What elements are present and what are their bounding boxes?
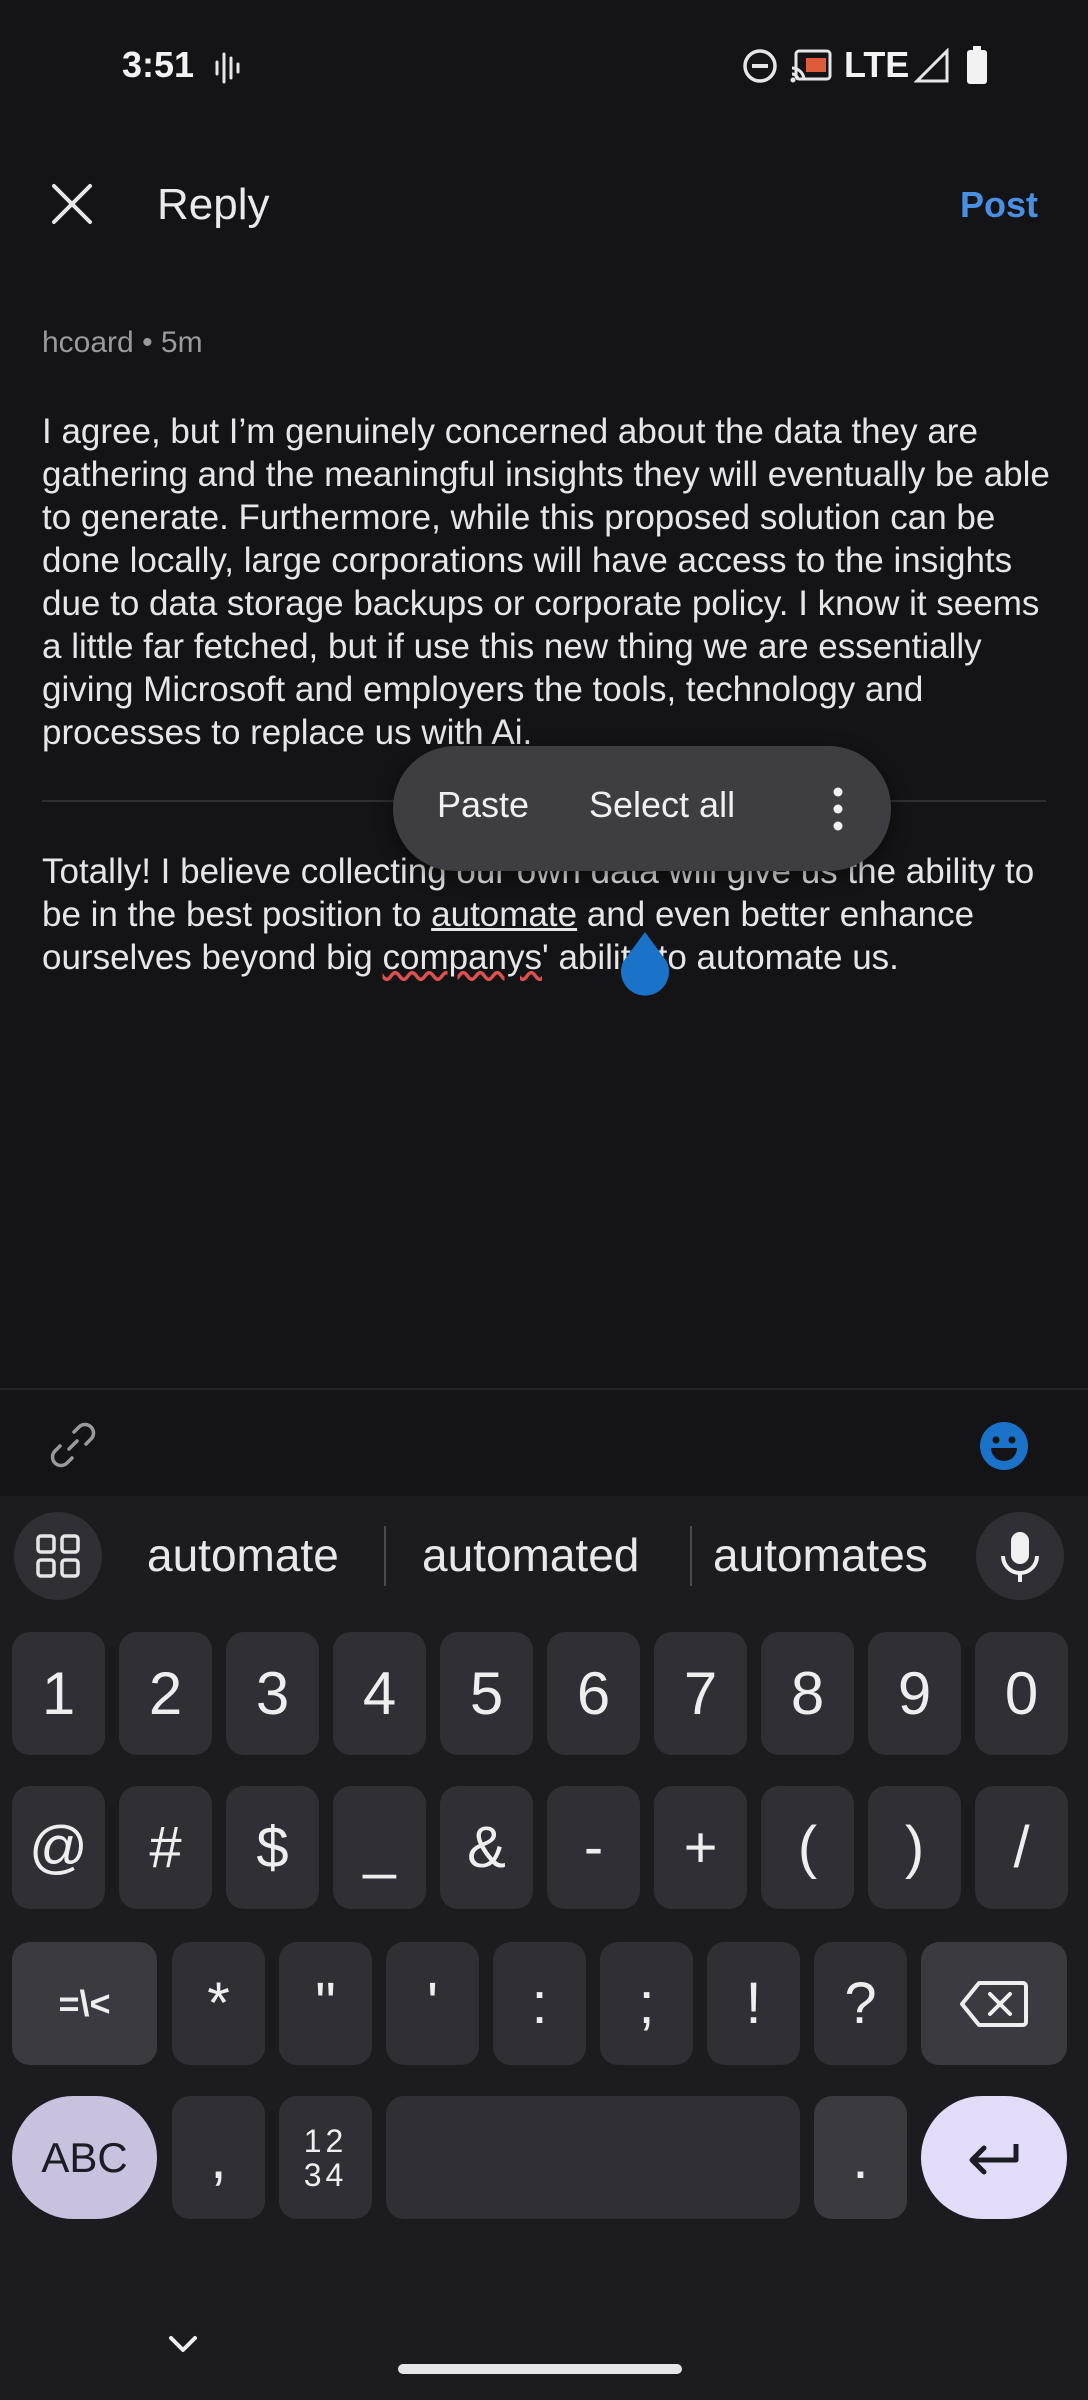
enter-icon: [969, 2143, 1019, 2174]
abc-key[interactable]: ABC: [12, 2096, 157, 2219]
audio-wave-icon: [214, 50, 244, 91]
key[interactable]: (: [761, 1786, 854, 1909]
key[interactable]: /: [975, 1786, 1068, 1909]
emoji-icon[interactable]: [978, 1420, 1030, 1477]
dnd-icon: [742, 48, 778, 89]
key[interactable]: ): [868, 1786, 961, 1909]
key[interactable]: +: [654, 1786, 747, 1909]
status-time: 3:51: [122, 44, 195, 85]
composing-word: automate: [431, 895, 578, 934]
post-meta: hcoard • 5m: [42, 326, 203, 359]
post-author: hcoard: [42, 326, 134, 359]
link-icon[interactable]: [48, 1420, 98, 1475]
signal-icon: [913, 47, 950, 89]
numpad-key[interactable]: 12 34: [279, 2096, 372, 2219]
key[interactable]: ": [279, 1942, 372, 2065]
suggestion[interactable]: automate: [147, 1528, 339, 1582]
numpad-label-bottom: 34: [303, 2156, 348, 2193]
cast-icon: [790, 48, 832, 89]
misspelled-word[interactable]: companys: [383, 938, 543, 977]
more-options-button[interactable]: [823, 784, 853, 834]
close-button[interactable]: [40, 172, 104, 236]
suggestion[interactable]: automates: [713, 1528, 928, 1582]
post-age: 5m: [160, 326, 203, 359]
battery-icon: [966, 46, 988, 89]
original-post-body: I agree, but I’m genuinely concerned abo…: [42, 412, 1050, 752]
key[interactable]: #: [119, 1786, 212, 1909]
divider: [384, 1526, 386, 1586]
key[interactable]: ': [386, 1942, 479, 2065]
app-bar: Reply Post: [0, 150, 1088, 270]
mic-icon: [1001, 1532, 1039, 1582]
key[interactable]: 3: [226, 1632, 319, 1755]
divider: [690, 1526, 692, 1586]
close-icon: [52, 184, 92, 224]
key[interactable]: 8: [761, 1632, 854, 1755]
grid-icon: [36, 1534, 80, 1578]
comma-key[interactable]: ,: [172, 2096, 265, 2219]
network-type: LTE: [844, 44, 910, 85]
key[interactable]: 4: [333, 1632, 426, 1755]
key[interactable]: 7: [654, 1632, 747, 1755]
post-button[interactable]: Post: [960, 184, 1038, 226]
apps-grid-button[interactable]: [14, 1512, 102, 1600]
key[interactable]: 0: [975, 1632, 1068, 1755]
backspace-key[interactable]: [921, 1942, 1067, 2065]
key[interactable]: ?: [814, 1942, 907, 2065]
suggestion-bar: automate automated automates: [0, 1496, 1088, 1612]
key[interactable]: &: [440, 1786, 533, 1909]
period-key[interactable]: .: [814, 2096, 907, 2219]
key[interactable]: :: [493, 1942, 586, 2065]
key[interactable]: @: [12, 1786, 105, 1909]
status-bar: 3:51 LTE: [0, 0, 1088, 135]
keyboard: automate automated automates 1 2 3 4 5 6…: [0, 1496, 1088, 2400]
numpad-label-top: 12: [303, 2122, 348, 2159]
key[interactable]: *: [172, 1942, 265, 2065]
key[interactable]: !: [707, 1942, 800, 2065]
key[interactable]: 1: [12, 1632, 105, 1755]
backspace-icon: [960, 1980, 1028, 2027]
key[interactable]: 6: [547, 1632, 640, 1755]
home-indicator[interactable]: [398, 2364, 682, 2374]
key[interactable]: 2: [119, 1632, 212, 1755]
key[interactable]: 5: [440, 1632, 533, 1755]
select-all-button[interactable]: Select all: [589, 784, 735, 826]
compose-toolbar: [0, 1388, 1088, 1496]
voice-input-button[interactable]: [976, 1512, 1064, 1600]
enter-key[interactable]: [921, 2096, 1067, 2219]
text-selection-popup: Paste Select all: [393, 746, 891, 871]
more-symbols-key[interactable]: =\<: [12, 1942, 157, 2065]
page-title: Reply: [157, 180, 270, 229]
chevron-down-icon: [169, 2336, 197, 2352]
hide-keyboard-button[interactable]: [166, 2332, 200, 2361]
key[interactable]: _: [333, 1786, 426, 1909]
space-key[interactable]: [386, 2096, 800, 2219]
reply-text: ' ability to automate us.: [542, 938, 899, 977]
key[interactable]: -: [547, 1786, 640, 1909]
suggestion[interactable]: automated: [422, 1528, 639, 1582]
key[interactable]: $: [226, 1786, 319, 1909]
key[interactable]: ;: [600, 1942, 693, 2065]
key[interactable]: 9: [868, 1632, 961, 1755]
cursor-handle[interactable]: [619, 932, 671, 998]
more-vert-icon: [833, 787, 843, 831]
paste-button[interactable]: Paste: [437, 784, 529, 826]
